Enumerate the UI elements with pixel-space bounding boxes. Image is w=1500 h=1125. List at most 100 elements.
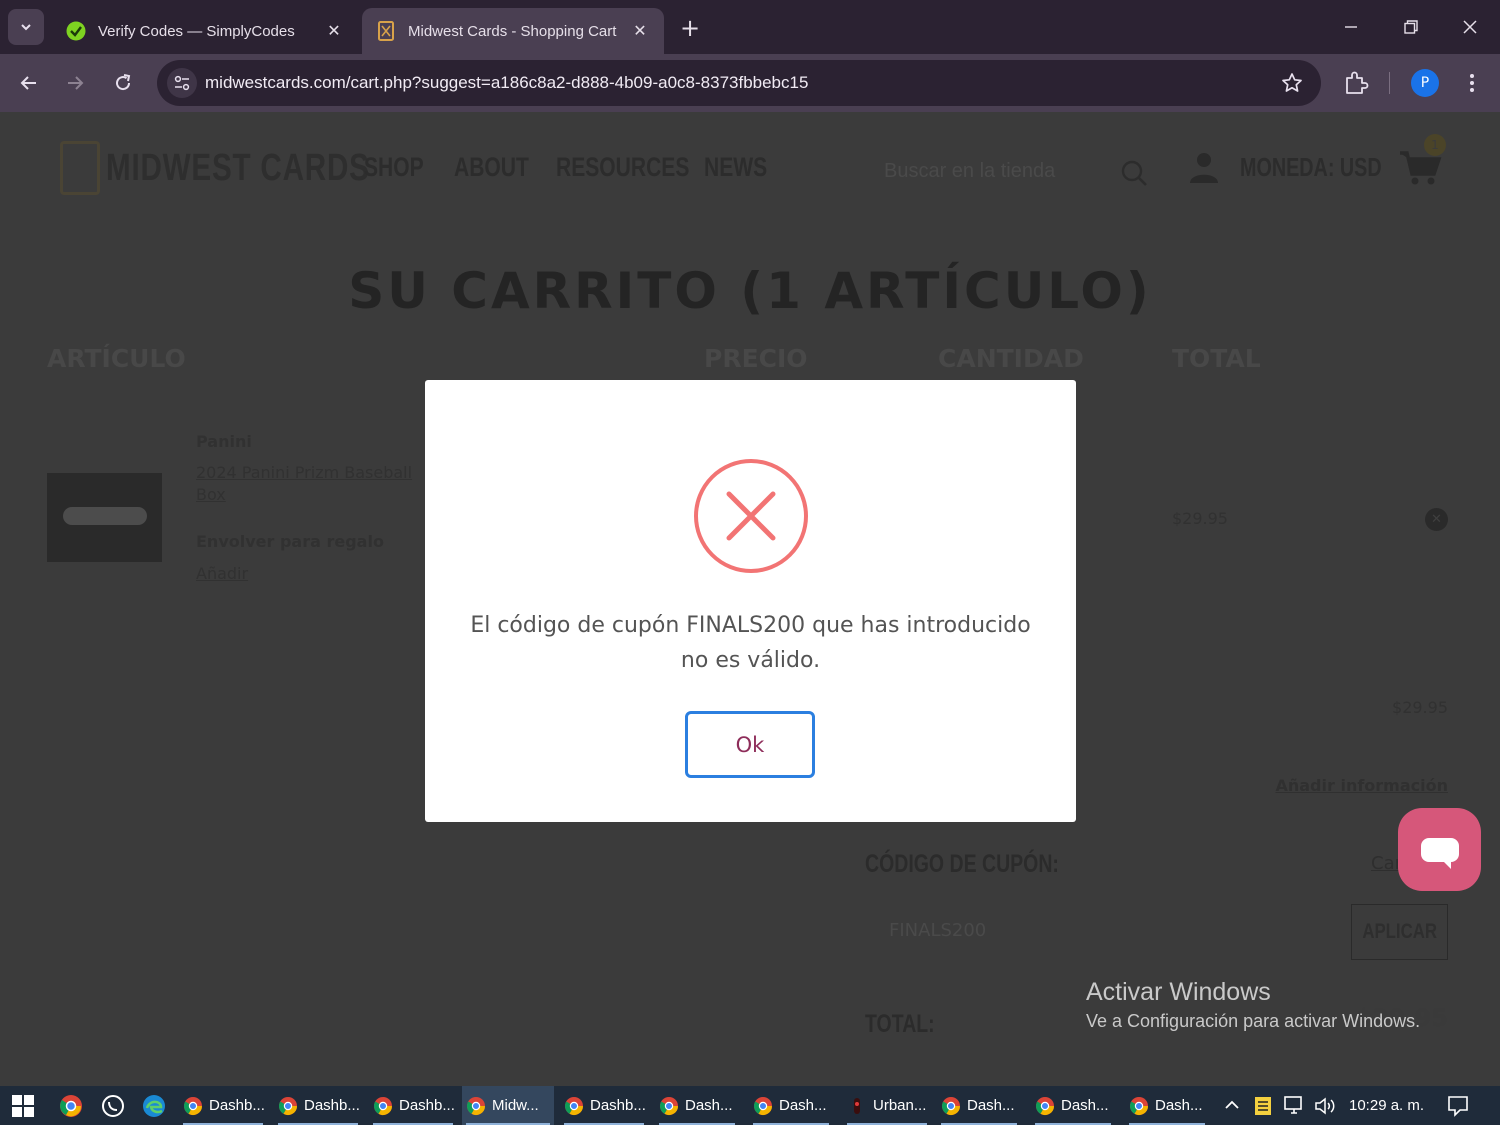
- coupon-error-dialog: El código de cupón FINALS200 que has int…: [425, 380, 1076, 822]
- tab-verify-codes[interactable]: Verify Codes — SimplyCodes ✕: [52, 8, 358, 54]
- toolbar-separator: [1389, 72, 1390, 94]
- system-clock[interactable]: 10:29 a. m.: [1349, 1086, 1424, 1125]
- product-thumbnail[interactable]: [47, 473, 162, 562]
- product-brand: Panini: [196, 432, 252, 451]
- taskbar-item[interactable]: Dashb...: [560, 1086, 648, 1125]
- watermark-title: Activar Windows: [1086, 978, 1271, 1006]
- cart-count-badge: 1: [1424, 134, 1446, 156]
- forward-button[interactable]: [59, 67, 91, 99]
- taskbar-item-label: Dashb...: [399, 1097, 455, 1114]
- taskbar-item-label: Dashb...: [209, 1097, 265, 1114]
- whatsapp-icon[interactable]: [100, 1093, 126, 1119]
- nav-news[interactable]: NEWS: [704, 152, 767, 183]
- currency-selector[interactable]: MONEDA: USD: [1240, 152, 1382, 183]
- coupon-code-input[interactable]: FINALS200: [865, 904, 1335, 960]
- chrome-icon: [373, 1096, 392, 1115]
- minimize-button[interactable]: [1336, 12, 1366, 42]
- address-bar[interactable]: midwestcards.com/cart.php?suggest=a186c8…: [157, 60, 1321, 106]
- account-user-icon[interactable]: [1187, 150, 1221, 184]
- chrome-icon: [1035, 1096, 1054, 1115]
- tab-midwest-cards[interactable]: Midwest Cards - Shopping Cart ✕: [362, 8, 664, 54]
- taskbar-item-label: Dashb...: [304, 1097, 360, 1114]
- site-info-button[interactable]: [167, 68, 197, 98]
- windows-activation-watermark: Activar Windows Ve a Configuración para …: [1086, 978, 1420, 1032]
- kebab-menu-icon: [1470, 74, 1474, 92]
- remove-item-button[interactable]: ✕: [1425, 508, 1448, 531]
- chrome-icon: [564, 1096, 583, 1115]
- taskbar-item[interactable]: Dash...: [655, 1086, 739, 1125]
- column-header-total: TOTAL: [1172, 344, 1261, 373]
- chrome-icon: [183, 1096, 202, 1115]
- item-total: $29.95: [1172, 509, 1228, 528]
- taskbar-item-active[interactable]: Midw...: [462, 1086, 554, 1125]
- windows-start-icon[interactable]: [12, 1095, 34, 1117]
- browser-toolbar: midwestcards.com/cart.php?suggest=a186c8…: [0, 54, 1500, 112]
- back-button[interactable]: [13, 67, 45, 99]
- product-name-link[interactable]: 2024 Panini Prizm Baseball Box: [196, 462, 426, 506]
- chrome-pinned-icon[interactable]: [58, 1093, 84, 1119]
- taskbar-item-label: Dash...: [1061, 1097, 1109, 1114]
- notes-app-icon[interactable]: [1254, 1096, 1272, 1116]
- taskbar-item[interactable]: Dashb...: [369, 1086, 457, 1125]
- store-search-input[interactable]: Buscar en la tienda: [884, 160, 1055, 183]
- windows-taskbar: Dashb... Dashb... Dashb... Midw... Dashb…: [0, 1086, 1500, 1125]
- apply-coupon-label: APLICAR: [1362, 920, 1437, 943]
- chrome-icon: [466, 1096, 485, 1115]
- taskbar-item[interactable]: Dashb...: [179, 1086, 267, 1125]
- reload-icon: [116, 74, 131, 91]
- browser-menu-button[interactable]: [1460, 69, 1484, 97]
- tab-search-dropdown-button[interactable]: [8, 9, 44, 45]
- cart-title: SU CARRITO (1 ARTÍCULO): [348, 262, 1152, 320]
- gift-wrap-add-link[interactable]: Añadir: [196, 564, 248, 583]
- close-icon: [1463, 20, 1477, 34]
- search-icon[interactable]: [1119, 158, 1149, 188]
- ok-button[interactable]: Ok: [685, 711, 815, 778]
- profile-avatar-button[interactable]: P: [1411, 69, 1439, 97]
- arrow-left-icon: [20, 76, 36, 90]
- tune-icon: [174, 75, 190, 91]
- notification-center-icon[interactable]: [1446, 1094, 1470, 1118]
- taskbar-item[interactable]: Dash...: [937, 1086, 1021, 1125]
- chat-widget-button[interactable]: [1398, 808, 1481, 891]
- chrome-icon: [753, 1096, 772, 1115]
- gift-wrap-label: Envolver para regalo: [196, 532, 384, 551]
- nav-resources[interactable]: RESOURCES: [556, 152, 689, 183]
- watermark-subtitle: Ve a Configuración para activar Windows.: [1086, 1011, 1421, 1031]
- taskbar-item[interactable]: Dash...: [1031, 1086, 1115, 1125]
- column-header-price: PRECIO: [704, 344, 808, 373]
- error-message: El código de cupón FINALS200 que has int…: [470, 613, 1031, 673]
- new-tab-button[interactable]: +: [676, 14, 704, 42]
- taskbar-item[interactable]: Urban...: [843, 1086, 931, 1125]
- extensions-puzzle-icon[interactable]: [1342, 69, 1370, 97]
- reload-button[interactable]: [107, 67, 139, 99]
- restore-button[interactable]: [1396, 12, 1426, 42]
- close-icon: ✕: [1431, 512, 1442, 527]
- chevron-up-icon[interactable]: [1222, 1095, 1242, 1115]
- coupon-code-label: CÓDIGO DE CUPÓN:: [865, 850, 1059, 878]
- apply-coupon-button[interactable]: APLICAR: [1351, 904, 1448, 960]
- speaker-volume-icon[interactable]: [1313, 1095, 1339, 1117]
- edge-icon[interactable]: [141, 1093, 167, 1119]
- add-gift-info-link[interactable]: Añadir información: [1275, 776, 1448, 795]
- restore-icon: [1404, 20, 1418, 34]
- nav-about[interactable]: ABOUT: [454, 152, 529, 183]
- taskbar-item[interactable]: Dash...: [749, 1086, 833, 1125]
- chrome-icon: [659, 1096, 678, 1115]
- simplycodes-favicon-icon: [66, 21, 86, 41]
- tab-close-icon[interactable]: ✕: [324, 21, 344, 41]
- bookmark-star-icon[interactable]: [1281, 72, 1303, 94]
- nav-shop[interactable]: SHOP: [364, 152, 424, 183]
- close-window-button[interactable]: [1455, 12, 1485, 42]
- tab-close-icon[interactable]: ✕: [630, 21, 650, 41]
- taskbar-item[interactable]: Dashb...: [274, 1086, 362, 1125]
- network-icon[interactable]: [1283, 1095, 1307, 1117]
- tab-label: Midwest Cards - Shopping Cart: [408, 22, 617, 40]
- chat-bubble-icon: [1420, 837, 1459, 869]
- logo-card-icon: [60, 141, 100, 195]
- coupon-cancel-link[interactable]: Cancelar: [1371, 853, 1401, 874]
- taskbar-item-label: Midw...: [492, 1097, 539, 1114]
- taskbar-item[interactable]: Dash...: [1125, 1086, 1209, 1125]
- chrome-icon: [941, 1096, 960, 1115]
- tab-label: Verify Codes — SimplyCodes: [98, 22, 295, 40]
- taskbar-item-label: Dash...: [967, 1097, 1015, 1114]
